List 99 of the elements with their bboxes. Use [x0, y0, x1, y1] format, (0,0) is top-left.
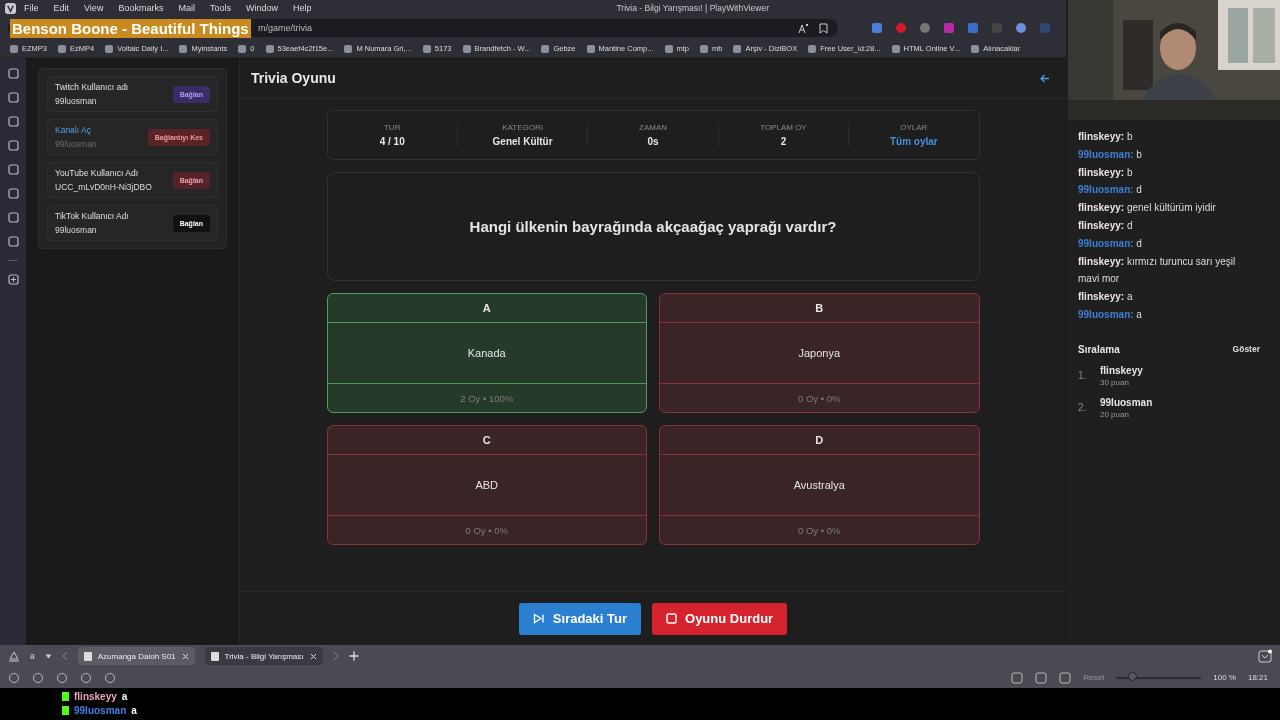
account-name: 99luosman [55, 96, 98, 106]
vote-count: 0 Oy • 0% [465, 524, 508, 536]
answer-letter: A [482, 302, 491, 314]
page-title: Trivia Oyunu [251, 70, 336, 86]
player-points: 30 puan [1100, 377, 1130, 387]
rank-number: 2. [1078, 402, 1086, 414]
stat-label: KATEGORI [502, 123, 543, 132]
panel-icon[interactable] [7, 188, 19, 199]
add-icon[interactable] [7, 274, 19, 285]
answer-text: Kanada [467, 347, 506, 359]
caret-icon[interactable] [44, 653, 52, 659]
stat-label: TOPLAM OY [760, 123, 807, 132]
panel-icon[interactable] [7, 92, 19, 103]
chat-message: 99luosman: d [1078, 236, 1143, 251]
channel-link[interactable]: Kanalı Aç [55, 125, 97, 135]
stop-icon [666, 613, 678, 624]
menu-item[interactable]: Edit [53, 3, 70, 13]
account-name: UCC_mLvD0nH-Ni3jDBO [55, 182, 152, 192]
stat-label: TUR [383, 123, 401, 132]
account-label: TikTok Kullanıcı Adı [55, 211, 129, 221]
account-label: YouTube Kullanıcı Adı [55, 168, 140, 178]
page-tool-icon[interactable] [1035, 671, 1048, 684]
clock: 18:21 [1247, 673, 1268, 682]
menu-item[interactable]: Window [245, 3, 278, 13]
chat-message: flinskeyy: a [1078, 290, 1134, 305]
menu-item[interactable]: Mail [178, 3, 195, 13]
stat-label: OYLAR [900, 123, 928, 132]
browser-tab[interactable]: Trivia - Bilgi Yarışması [204, 647, 323, 665]
menu-item[interactable]: View [84, 3, 104, 13]
leaderboard-title: Sıralama [1078, 343, 1120, 355]
menu-item[interactable]: Help [292, 3, 312, 13]
question-text: Hangi ülkenin bayrağında akçaağaç yaprağı vardır? [469, 218, 837, 235]
panel-icon[interactable] [7, 140, 19, 151]
stat-value: 4 / 10 [379, 136, 405, 147]
account-name: 99luosman [55, 139, 97, 149]
panel-icon[interactable] [7, 164, 19, 175]
chat-text: a [131, 705, 137, 716]
browser-logo-icon[interactable] [5, 2, 16, 14]
stat-value: 2 [780, 136, 787, 147]
account-name: 99luosman [55, 225, 98, 235]
chat-message: 99luosman: d [1078, 183, 1143, 198]
status-icon[interactable] [104, 671, 116, 684]
account-label: Twitch Kullanıcı adı [55, 82, 129, 92]
stat-value: Genel Kültür [492, 136, 553, 147]
panel-icon[interactable] [7, 236, 19, 247]
chat-username: 99luosman [74, 705, 127, 716]
workspace-switcher[interactable]: a [30, 651, 35, 661]
next-round-button[interactable]: Sıradaki Tur [518, 602, 642, 635]
back-arrow-icon[interactable] [1040, 73, 1050, 83]
answer-text: Japonya [798, 347, 841, 359]
browser-tab[interactable]: Azumanga Daioh S01 [77, 647, 195, 665]
vote-count: 0 Oy • 0% [798, 524, 841, 536]
menu-item[interactable]: Tools [209, 3, 231, 13]
chat-message: 99luosman: a [1078, 307, 1143, 322]
player-points: 20 puan [1100, 409, 1130, 419]
menu-item[interactable]: Bookmarks [118, 3, 164, 13]
status-icon[interactable] [80, 671, 92, 684]
skip-icon [532, 613, 545, 624]
status-icon[interactable] [56, 671, 68, 684]
player-name: 99luosman [1100, 396, 1153, 408]
player-name: flinskeyy [1100, 364, 1143, 376]
stat-label: ZAMAN [639, 123, 667, 132]
chat-message: flinskeyy: b [1078, 130, 1134, 144]
show-toggle[interactable]: Göster [1232, 344, 1260, 355]
answer-letter: D [815, 434, 824, 446]
new-tab-icon[interactable] [348, 651, 359, 661]
chat-text: a [121, 691, 128, 702]
status-icon[interactable] [8, 671, 20, 684]
answer-text: ABD [475, 479, 499, 491]
panel-toggle-icon[interactable] [1258, 649, 1272, 663]
close-icon[interactable] [309, 652, 317, 660]
extension-icon[interactable] [896, 23, 906, 33]
panel-icon[interactable] [7, 116, 19, 127]
song-title: Benson Boone - Beautiful Things [10, 19, 251, 38]
stat-value: 0s [647, 136, 659, 147]
chat-message: flinskeyy: genel kültürüm iyidir [1078, 201, 1217, 216]
vote-count: 2 Oy • 100% [460, 392, 514, 404]
zoom-level: 100 % [1213, 673, 1236, 682]
status-icon[interactable] [32, 671, 44, 684]
workspace-icon[interactable] [8, 650, 20, 662]
page-tool-icon[interactable] [1011, 671, 1024, 684]
page-tool-icon[interactable] [1059, 671, 1072, 684]
answer-letter: C [482, 434, 491, 446]
window-title: Trivia - Bilgi Yarışması! | PlayWithViewer [616, 3, 770, 13]
panel-icon[interactable] [7, 68, 19, 79]
stop-game-button[interactable]: Oyunu Durdur [652, 602, 788, 635]
rank-number: 1. [1078, 370, 1086, 382]
close-icon[interactable] [181, 652, 189, 660]
answer-text: Avustralya [793, 479, 845, 491]
bookmark-icon[interactable] [819, 22, 828, 34]
votes-link[interactable]: Tüm oylar [889, 136, 938, 147]
chat-message: flinskeyy: b [1078, 165, 1134, 180]
chat-message: flinskeyy: d [1078, 219, 1134, 233]
menu-item[interactable]: File [24, 3, 39, 13]
panel-icon[interactable] [7, 212, 19, 223]
chat-message: 99luosman: b [1078, 147, 1143, 162]
chat-username: flinskeyy [74, 691, 117, 702]
vote-count: 0 Oy • 0% [798, 392, 841, 404]
answer-letter: B [815, 302, 824, 314]
